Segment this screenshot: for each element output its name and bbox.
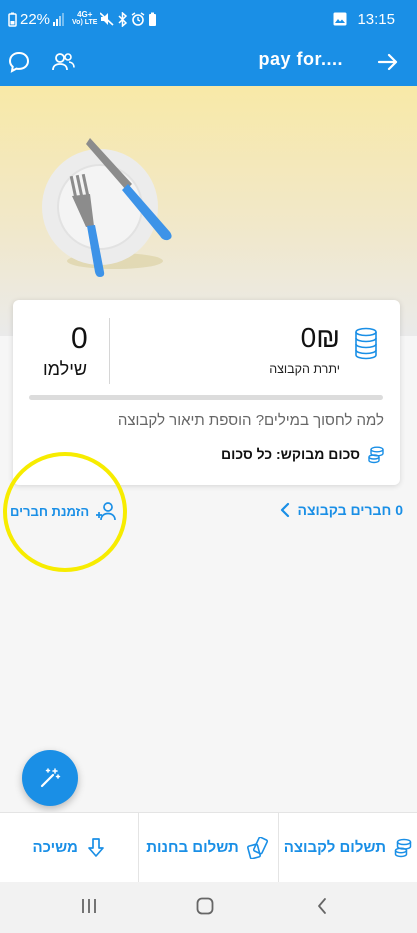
pay-in-store-label: תשלום בחנות: [146, 839, 239, 856]
magic-wand-button[interactable]: [22, 750, 78, 806]
group-balance-label: יתרת הקבוצה: [269, 362, 340, 376]
requested-amount-icon: [368, 446, 384, 464]
home-icon[interactable]: [196, 897, 214, 915]
plate-illustration: [42, 138, 172, 277]
pay-to-group-button[interactable]: תשלום לקבוצה: [277, 813, 417, 882]
alarm-icon: [132, 12, 145, 26]
withdraw-button[interactable]: משיכה: [0, 813, 138, 882]
app-screen: 22% 4G+ Vo) LTE 13:15 pay for.... 0 שילמ…: [0, 0, 417, 933]
system-navigation-bar: [0, 882, 417, 933]
coins-icon: [394, 838, 412, 857]
battery-percent: 22%: [20, 10, 51, 28]
gallery-notification-icon: [333, 12, 347, 26]
back-icon[interactable]: [316, 897, 328, 915]
requested-amount: סכום מבוקש: כל סכום: [221, 446, 360, 462]
network-type: 4G+: [77, 10, 93, 19]
battery-icon: [149, 12, 157, 26]
coins-icon: [355, 327, 377, 360]
arrow-right-icon[interactable]: [375, 49, 401, 75]
group-title: pay for....: [258, 49, 343, 69]
bluetooth-icon: [118, 11, 128, 27]
withdraw-label: משיכה: [32, 839, 78, 856]
magic-wand-icon: [40, 768, 61, 788]
bottom-action-bar: תשלום לקבוצה תשלום בחנות משיכה: [0, 812, 417, 882]
card-divider: [109, 318, 110, 384]
cards-icon: [246, 836, 268, 859]
group-banner: [0, 86, 417, 336]
signal-icon: [53, 12, 65, 26]
status-right: 13:15: [333, 8, 395, 30]
members-count-label: 0 חברים בקבוצה: [297, 502, 403, 518]
yellow-highlight-circle: [3, 452, 127, 572]
volte-label: Vo) LTE: [72, 19, 98, 26]
status-bar: 22% 4G+ Vo) LTE 13:15: [0, 0, 417, 38]
mute-icon: [100, 12, 114, 26]
battery-saver-icon: [8, 12, 17, 27]
members-link[interactable]: 0 חברים בקבוצה: [280, 500, 403, 520]
pay-to-group-label: תשלום לקבוצה: [283, 839, 386, 856]
status-left: 22% 4G+ Vo) LTE: [8, 8, 157, 30]
paid-label: שילמו: [43, 359, 88, 379]
chat-icon[interactable]: [6, 49, 32, 75]
group-icon[interactable]: [50, 49, 76, 75]
pay-in-store-button[interactable]: תשלום בחנות: [138, 813, 277, 882]
add-description-link[interactable]: למה לחסוך במילים? הוספת תיאור לקבוצה: [118, 412, 384, 429]
clock: 13:15: [357, 10, 395, 28]
paid-count: 0: [71, 322, 88, 355]
app-bar: pay for....: [0, 38, 417, 86]
collection-progress-bar: [29, 395, 383, 400]
recent-apps-icon[interactable]: [80, 897, 98, 915]
chevron-left-icon: [280, 502, 289, 518]
group-balance: 0₪: [300, 322, 340, 353]
arrow-down-icon: [88, 837, 104, 857]
